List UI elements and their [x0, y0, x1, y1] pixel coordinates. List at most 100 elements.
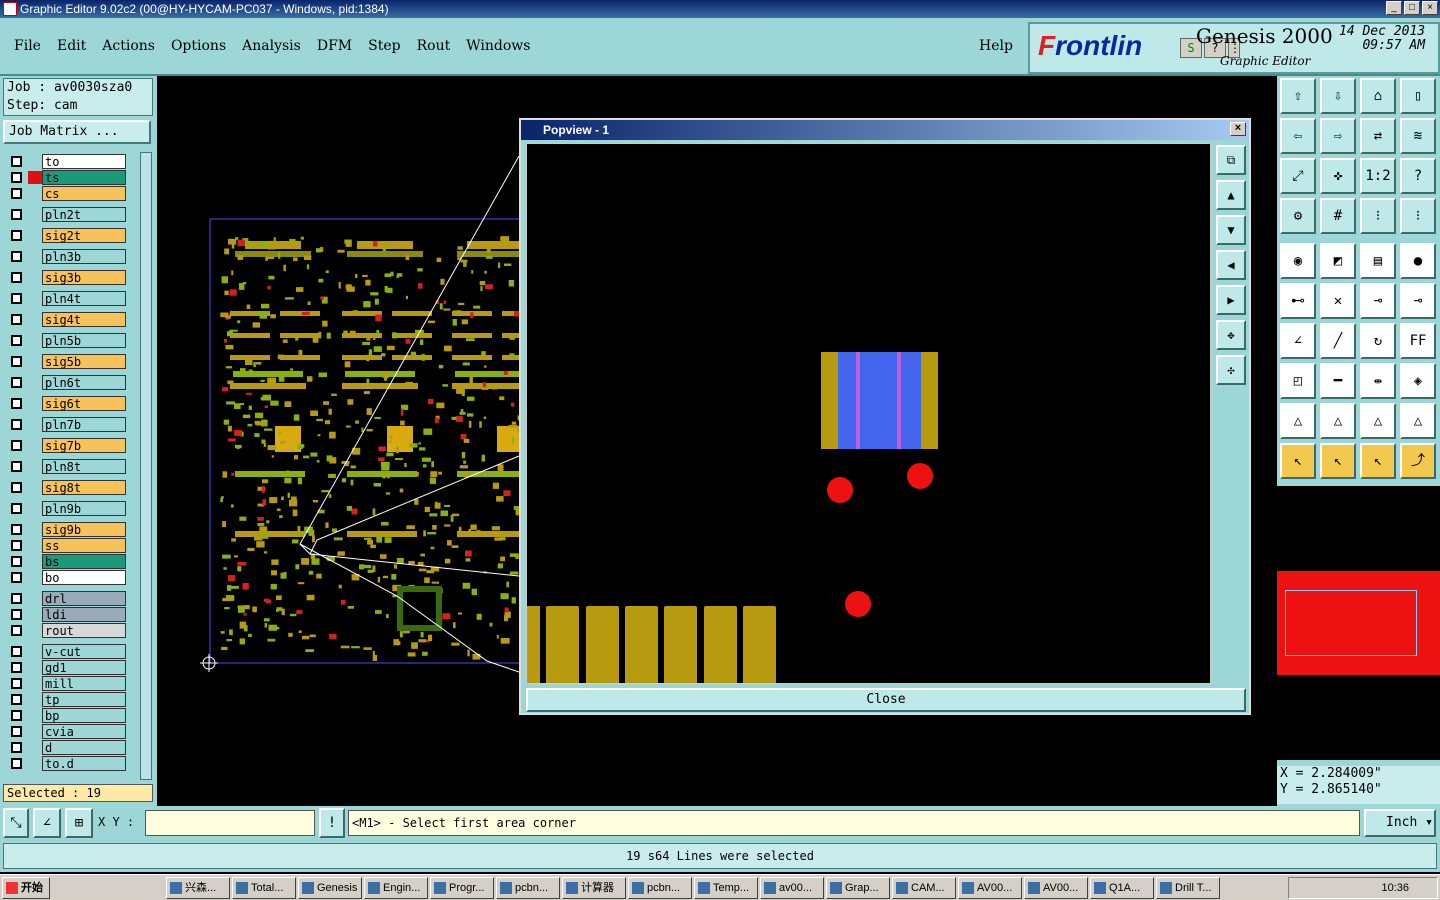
taskbar-item[interactable]: 兴森...	[166, 877, 230, 899]
popview-canvas[interactable]	[526, 143, 1211, 684]
layer-checkbox[interactable]	[11, 419, 22, 430]
rotate-icon[interactable]: ◉	[1280, 243, 1316, 279]
taskbar-item[interactable]: CAM...	[892, 877, 956, 899]
layer-checkbox[interactable]	[11, 710, 22, 721]
query-icon[interactable]: ?	[1400, 158, 1436, 194]
layer-name[interactable]: bo	[42, 570, 126, 585]
menu-options[interactable]: Options	[163, 38, 234, 54]
layer-checkbox[interactable]	[11, 524, 22, 535]
layer-name[interactable]: pln2t	[42, 207, 126, 222]
layer-row-v-cut[interactable]: v-cut	[5, 644, 127, 659]
pan-down-icon[interactable]: ▼	[1216, 215, 1246, 245]
taskbar-item[interactable]: Grap...	[826, 877, 890, 899]
taskbar-item[interactable]: pcbn...	[628, 877, 692, 899]
layer-row-drl[interactable]: drl	[5, 591, 127, 606]
layer-row-gd1[interactable]: gd1	[5, 660, 127, 675]
layer-name[interactable]: pln7b	[42, 417, 126, 432]
taskbar-item[interactable]: AV00...	[1024, 877, 1088, 899]
layer-checkbox[interactable]	[11, 461, 22, 472]
taskbar-item[interactable]: Engin...	[364, 877, 428, 899]
menu-step[interactable]: Step	[360, 38, 408, 54]
taskbar-item[interactable]: Total...	[232, 877, 296, 899]
layer-name[interactable]: sig8t	[42, 480, 126, 495]
zoom-out-icon[interactable]: ✣	[1216, 355, 1246, 385]
select-icon[interactable]: ◩	[1320, 243, 1356, 279]
connect-icon[interactable]: ⊷	[1280, 283, 1316, 319]
taskbar-item[interactable]: Genesis	[298, 877, 362, 899]
layer-row-sig9b[interactable]: sig9b	[5, 522, 127, 537]
popview-close-icon[interactable]: ×	[1230, 122, 1246, 136]
tri4-icon[interactable]: △	[1400, 403, 1436, 439]
layer-checkbox[interactable]	[11, 609, 22, 620]
taskbar-item[interactable]: Progr...	[430, 877, 494, 899]
layer-name[interactable]: rout	[42, 623, 126, 638]
layer-checkbox[interactable]	[11, 440, 22, 451]
taskbar-item[interactable]: av00...	[760, 877, 824, 899]
layer-row-rout[interactable]: rout	[5, 623, 127, 638]
layer-name[interactable]: gd1	[42, 660, 126, 675]
layer-checkbox[interactable]	[11, 726, 22, 737]
layer-row-tp[interactable]: tp	[5, 692, 127, 707]
layer-row-sig5b[interactable]: sig5b	[5, 354, 127, 369]
layer-row-sig4t[interactable]: sig4t	[5, 312, 127, 327]
ratio-icon[interactable]: 1:2	[1360, 158, 1396, 194]
layer-name[interactable]: sig5b	[42, 354, 126, 369]
layer-checkbox[interactable]	[11, 251, 22, 262]
layer-name[interactable]: sig2t	[42, 228, 126, 243]
layer-row-to.d[interactable]: to.d	[5, 756, 127, 771]
layer-checkbox[interactable]	[11, 230, 22, 241]
layer-row-pln8t[interactable]: pln8t	[5, 459, 127, 474]
layer-checkbox[interactable]	[11, 482, 22, 493]
ruler-icon[interactable]: ▤	[1360, 243, 1396, 279]
popview-close-button[interactable]: Close	[526, 688, 1246, 712]
menu-analysis[interactable]: Analysis	[234, 38, 309, 54]
menu-file[interactable]: File	[6, 38, 49, 54]
layer-name[interactable]: mill	[42, 676, 126, 691]
layer-row-pln9b[interactable]: pln9b	[5, 501, 127, 516]
measure-icon[interactable]: ⇹	[1360, 363, 1396, 399]
layer-row-to[interactable]: to	[5, 154, 127, 169]
zoom-window-icon[interactable]: ⧉	[1216, 145, 1246, 175]
right-icon[interactable]: ⇨	[1320, 118, 1356, 154]
layer-row-sig6t[interactable]: sig6t	[5, 396, 127, 411]
xy-input[interactable]	[145, 810, 315, 836]
pan-left-icon[interactable]: ◀	[1216, 250, 1246, 280]
layer-name[interactable]: pln9b	[42, 501, 126, 516]
dash-icon[interactable]: ━	[1320, 363, 1356, 399]
layer-checkbox[interactable]	[11, 646, 22, 657]
layer-name[interactable]: ts	[42, 170, 126, 185]
layer-checkbox[interactable]	[11, 556, 22, 567]
layer-name[interactable]: tp	[42, 692, 126, 707]
layer-name[interactable]: sig3b	[42, 270, 126, 285]
layer-row-sig8t[interactable]: sig8t	[5, 480, 127, 495]
exclaim-icon[interactable]: !	[319, 808, 345, 838]
layer-name[interactable]: cvia	[42, 724, 126, 739]
taskbar-item[interactable]: Q1A...	[1090, 877, 1154, 899]
layer-row-mill[interactable]: mill	[5, 676, 127, 691]
route-icon[interactable]: ⤴	[1400, 443, 1436, 479]
layer-name[interactable]: cs	[42, 186, 126, 201]
layer-name[interactable]: bs	[42, 554, 126, 569]
taskbar-item[interactable]: Drill T...	[1156, 877, 1220, 899]
layer-row-pln4t[interactable]: pln4t	[5, 291, 127, 306]
layer-checkbox[interactable]	[11, 156, 22, 167]
layer-name[interactable]: sig7b	[42, 438, 126, 453]
pointer-icon[interactable]: ↖	[1280, 443, 1316, 479]
start-button[interactable]: 开始	[2, 877, 50, 899]
layer-checkbox[interactable]	[11, 593, 22, 604]
flip-icon[interactable]: ⇄	[1360, 118, 1396, 154]
menu-rout[interactable]: Rout	[409, 38, 459, 54]
layer-checkbox[interactable]	[11, 694, 22, 705]
layer-name[interactable]: pln3b	[42, 249, 126, 264]
layer-row-pln7b[interactable]: pln7b	[5, 417, 127, 432]
unit-selector[interactable]: Inch ▾	[1364, 809, 1436, 837]
taskbar-item[interactable]: 计算器	[562, 877, 626, 899]
layer-row-cs[interactable]: cs	[5, 186, 127, 201]
layer-name[interactable]: to.d	[42, 756, 126, 771]
layer-checkbox[interactable]	[11, 503, 22, 514]
layer-checkbox[interactable]	[11, 188, 22, 199]
tri2-icon[interactable]: △	[1320, 403, 1356, 439]
layer-checkbox[interactable]	[11, 758, 22, 769]
layer-row-ss[interactable]: ss	[5, 538, 127, 553]
pointer3-icon[interactable]: ↖	[1360, 443, 1396, 479]
